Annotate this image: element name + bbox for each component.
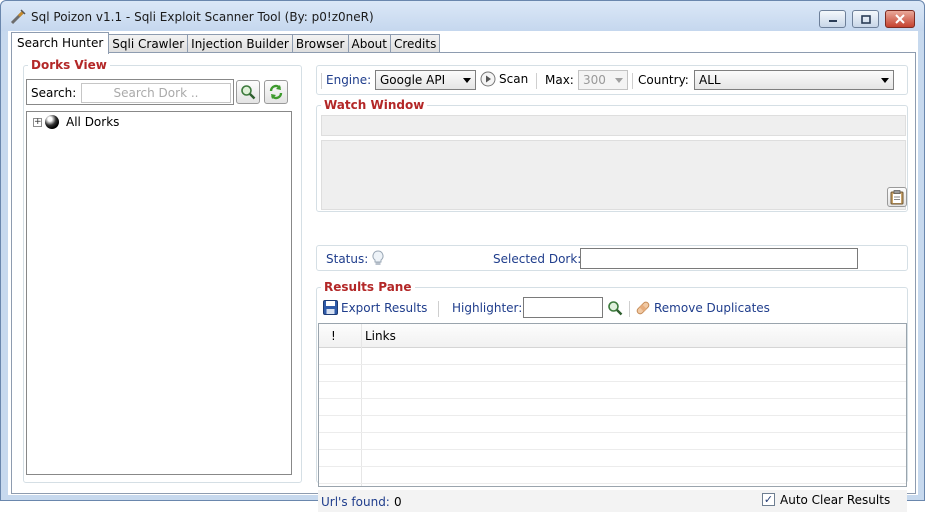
table-row[interactable] (319, 365, 906, 382)
watch-window-title: Watch Window (321, 98, 428, 112)
remove-duplicates-button[interactable]: Remove Duplicates (635, 300, 770, 316)
urls-found-label: Url's found: (321, 495, 390, 509)
search-box: Search: (26, 79, 234, 105)
remove-duplicates-label: Remove Duplicates (654, 301, 770, 315)
tab-about[interactable]: About (347, 34, 391, 54)
bandage-icon (636, 301, 650, 315)
search-dork-button[interactable] (236, 80, 260, 104)
close-button[interactable] (885, 10, 915, 28)
search-hunter-page: Dorks View Search: Search Dork .. + All … (11, 52, 916, 512)
syringe-icon (10, 9, 26, 25)
selected-dork-label: Selected Dork: (493, 252, 582, 266)
engine-label: Engine: (326, 73, 372, 87)
scan-label: Scan (499, 72, 529, 86)
chevron-down-icon (463, 78, 471, 83)
column-header-links[interactable]: Links (365, 329, 396, 343)
watch-current-line (321, 115, 906, 136)
title-bar[interactable]: Sql Poizon v1.1 - Sqli Exploit Scanner T… (1, 1, 924, 31)
maximize-icon (860, 14, 871, 24)
toolbar-separator (321, 73, 322, 89)
tree-node-all-dorks[interactable]: + All Dorks (33, 115, 119, 129)
maximize-button[interactable] (852, 10, 879, 28)
magnifier-icon[interactable] (607, 300, 623, 316)
client-area: Search Hunter Sqli Crawler Injection Bui… (8, 31, 918, 512)
minimize-icon (828, 20, 837, 22)
status-row: Status: Selected Dork: (316, 245, 908, 271)
table-row[interactable] (319, 416, 906, 433)
engine-select[interactable]: Google API (375, 70, 476, 90)
chevron-down-icon (615, 78, 623, 83)
dorks-view-group: Dorks View Search: Search Dork .. + All … (23, 58, 302, 483)
engine-value: Google API (380, 73, 446, 87)
black-ball-icon (45, 115, 59, 129)
auto-clear-checkbox[interactable]: ✓ (762, 493, 775, 506)
clipboard-icon (890, 189, 904, 204)
window-title: Sql Poizon v1.1 - Sqli Exploit Scanner T… (31, 10, 374, 24)
country-label: Country: (638, 73, 689, 87)
play-icon (480, 71, 496, 87)
floppy-disk-icon (323, 300, 338, 315)
results-pane-group: Results Pane Export Results Highlighter: (316, 280, 908, 512)
table-row[interactable] (319, 467, 906, 484)
table-row[interactable] (319, 450, 906, 467)
scan-toolbar: Engine: Google API Scan Max: 300 Country… (316, 65, 908, 95)
search-label: Search: (31, 86, 77, 100)
copy-to-clipboard-button[interactable] (887, 187, 907, 207)
table-row[interactable] (319, 433, 906, 450)
urls-found-count: 0 (394, 495, 402, 509)
tab-sqli-crawler[interactable]: Sqli Crawler (108, 34, 189, 54)
tree-node-label: All Dorks (66, 115, 120, 129)
table-row[interactable] (319, 348, 906, 365)
max-results-select[interactable]: 300 (578, 70, 628, 90)
table-row[interactable] (319, 399, 906, 416)
status-label: Status: (326, 252, 369, 266)
tab-credits[interactable]: Credits (389, 34, 441, 54)
table-row[interactable] (319, 382, 906, 399)
checkmark-icon: ✓ (763, 493, 774, 506)
results-grid[interactable]: ! Links (318, 323, 907, 487)
toolbar-separator (438, 301, 439, 317)
plus-icon[interactable]: + (33, 117, 42, 127)
tab-search-hunter[interactable]: Search Hunter (11, 32, 110, 54)
country-value: ALL (699, 73, 721, 87)
highlighter-input[interactable] (523, 297, 603, 318)
tab-injection-builder[interactable]: Injection Builder (187, 34, 293, 54)
results-toolbar: Export Results Highlighter: Remove Dupli… (321, 297, 906, 319)
export-results-button[interactable]: Export Results (323, 300, 427, 315)
magnifier-icon (241, 85, 256, 100)
selected-dork-field[interactable] (580, 248, 858, 269)
results-footer: Url's found: 0 ✓ Auto Clear Results (318, 490, 907, 512)
scan-button[interactable]: Scan (480, 71, 528, 87)
refresh-dorks-button[interactable] (264, 80, 288, 104)
toolbar-separator (536, 73, 537, 89)
close-icon (895, 14, 905, 24)
refresh-icon (269, 84, 283, 100)
dorks-view-title: Dorks View (28, 58, 110, 72)
lightbulb-icon (372, 250, 384, 265)
results-pane-title: Results Pane (321, 280, 415, 294)
grid-header: ! Links (319, 324, 906, 348)
watch-window-group: Watch Window (316, 98, 908, 212)
highlighter-label: Highlighter: (452, 301, 523, 315)
chevron-down-icon (881, 78, 889, 83)
country-select[interactable]: ALL (694, 70, 894, 90)
dorks-tree[interactable]: + All Dorks (26, 111, 292, 475)
toolbar-separator (632, 73, 633, 89)
toolbar-separator (629, 301, 630, 317)
minimize-button[interactable] (819, 10, 846, 28)
auto-clear-label[interactable]: Auto Clear Results (780, 493, 890, 507)
column-header-flag[interactable]: ! (331, 329, 336, 343)
app-window: Sql Poizon v1.1 - Sqli Exploit Scanner T… (0, 0, 925, 512)
watch-log[interactable] (321, 140, 907, 210)
export-results-label: Export Results (341, 300, 428, 315)
dork-search-input[interactable] (81, 83, 231, 103)
tab-strip: Search Hunter Sqli Crawler Injection Bui… (11, 32, 441, 54)
max-label: Max: (545, 73, 574, 87)
tab-browser[interactable]: Browser (291, 34, 349, 54)
max-value: 300 (583, 73, 606, 87)
